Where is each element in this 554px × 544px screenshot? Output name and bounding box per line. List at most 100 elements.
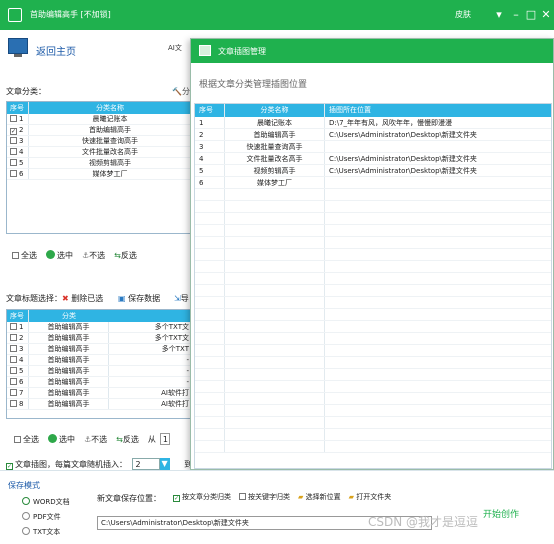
illustration-row[interactable]: 4 文件批量改名高手 C:\Users\Administrator\Desktop\… bbox=[195, 153, 551, 165]
open-folder-button[interactable]: ▰ 打开文件夹 bbox=[349, 492, 392, 502]
illustration-row[interactable]: 1 晨曦记账本 D:\7_年年有风，风吹年年，慢慢即漫漫 bbox=[195, 117, 551, 129]
title-invert-button[interactable]: ⇆反选 bbox=[116, 434, 139, 445]
skin-button[interactable]: 皮肤 bbox=[455, 9, 471, 20]
row-checkbox[interactable] bbox=[10, 400, 17, 407]
row-checkbox[interactable] bbox=[10, 170, 17, 177]
title-row[interactable]: 4 首助编辑高手 - bbox=[7, 355, 191, 366]
ai-tab-label[interactable]: AI文 bbox=[168, 43, 182, 53]
save-mode-txt[interactable]: TXT文本 bbox=[22, 525, 70, 540]
title-row[interactable]: 5 首助编辑高手 - bbox=[7, 366, 191, 377]
empty-row bbox=[195, 417, 551, 429]
title-row[interactable]: 2 首助编辑高手 多个TXT文 bbox=[7, 333, 191, 344]
save-mode-options: WORD文档 PDF文件 TXT文本 bbox=[22, 495, 70, 540]
illustration-row[interactable]: 2 首助编辑高手 C:\Users\Administrator\Desktop\新建… bbox=[195, 129, 551, 141]
home-link[interactable]: 返回主页 bbox=[36, 43, 76, 58]
illustration-manager-dialog: 文章插图管理 根据文章分类管理插图位置 序号 分类名称 插图所在位置 1 晨曦记账… bbox=[190, 38, 554, 470]
save-location-toolbar: ✓ 按文章分类归类 按关键字归类 ▰ 选择新位置 ▰ 打开文件夹 bbox=[173, 492, 391, 502]
row-checkbox[interactable] bbox=[10, 323, 17, 330]
choose-location-button[interactable]: ▰ 选择新位置 bbox=[298, 492, 341, 502]
row-checkbox[interactable] bbox=[10, 378, 17, 385]
insert-option-row: ✓文章插图，每篇文章随机插入： 2▼ 到 4 bbox=[6, 458, 205, 470]
illustration-row[interactable]: 3 快速批量查询高手 bbox=[195, 141, 551, 153]
category-table-header: 序号 分类名称 bbox=[7, 102, 191, 114]
title-row[interactable]: 6 首助编辑高手 - bbox=[7, 377, 191, 388]
title-text: AI软件打 bbox=[161, 389, 189, 397]
monitor-icon bbox=[8, 38, 28, 54]
illustration-path bbox=[325, 177, 551, 188]
row-checkbox[interactable] bbox=[10, 137, 17, 144]
insert-count-select[interactable]: 2 bbox=[131, 458, 160, 470]
dropdown-arrow-icon[interactable]: ▼ bbox=[159, 458, 170, 470]
empty-row bbox=[195, 273, 551, 285]
row-checkbox[interactable] bbox=[10, 356, 17, 363]
export-icon: ⇲ bbox=[174, 294, 181, 303]
close-icon[interactable]: ✕ bbox=[537, 6, 554, 24]
category-row[interactable]: 3 快速批量查询高手 bbox=[7, 136, 191, 147]
from-input[interactable]: 1 bbox=[159, 433, 170, 445]
invert-icon: ⇆ bbox=[114, 251, 121, 260]
category-label: 文章分类： bbox=[6, 87, 46, 96]
delete-selected-button[interactable]: ✖ 删除已选 bbox=[62, 293, 103, 304]
insert-checkbox[interactable]: ✓ bbox=[6, 463, 13, 470]
row-checkbox[interactable] bbox=[10, 345, 17, 352]
row-checkbox[interactable] bbox=[10, 159, 17, 166]
category-row[interactable]: 1 晨曦记账本 bbox=[7, 114, 191, 125]
start-create-button[interactable]: 开始创作 bbox=[483, 507, 519, 520]
title-text: - bbox=[186, 356, 189, 364]
title-text: - bbox=[186, 378, 189, 386]
empty-row bbox=[195, 189, 551, 201]
row-checkbox[interactable] bbox=[10, 389, 17, 396]
select-all-button[interactable]: 全选 bbox=[12, 250, 37, 261]
illustration-category: 首助编辑高手 bbox=[225, 129, 325, 140]
empty-row bbox=[195, 405, 551, 417]
category-row[interactable]: 4 文件批量改名高手 bbox=[7, 147, 191, 158]
title-category: 首助编辑高手 bbox=[29, 399, 109, 409]
title-category: 首助编辑高手 bbox=[29, 377, 109, 387]
invert-selection-button[interactable]: ⇆反选 bbox=[114, 250, 137, 261]
illustration-category: 快速批量查询高手 bbox=[225, 141, 325, 152]
save-mode-word[interactable]: WORD文档 bbox=[22, 495, 70, 510]
title-category: 首助编辑高手 bbox=[29, 322, 109, 332]
by-category-checkbox[interactable]: ✓ 按文章分类归类 bbox=[173, 492, 231, 502]
select-none-button[interactable]: ⚓不选 bbox=[82, 250, 105, 261]
title-row[interactable]: 1 首助编辑高手 多个TXT文 bbox=[7, 322, 191, 333]
bottom-panel: 保存模式 WORD文档 PDF文件 TXT文本 新文章保存位置： ✓ 按文章分类归… bbox=[0, 470, 554, 544]
row-checkbox[interactable] bbox=[10, 148, 17, 155]
title-row[interactable]: 8 首助编辑高手 AI软件打 bbox=[7, 399, 191, 410]
title-select-all-button[interactable]: 全选 bbox=[14, 434, 39, 445]
title-select-none-button[interactable]: ⚓不选 bbox=[84, 434, 107, 445]
row-checkbox[interactable] bbox=[10, 367, 17, 374]
export-button[interactable]: ⇲导 bbox=[174, 293, 189, 304]
category-table: 序号 分类名称 1 晨曦记账本 ✓ 2 首助编辑高手 3 快速批量查询高手 4 文件批量改名高手… bbox=[6, 101, 192, 234]
main-title-bar: 首助编辑高手 [不加锁] 皮肤 ▾ – □ ✕ bbox=[0, 0, 554, 30]
category-tool-icon[interactable]: 🔨分 bbox=[172, 86, 190, 97]
empty-row bbox=[195, 429, 551, 441]
empty-row bbox=[195, 321, 551, 333]
empty-row bbox=[195, 201, 551, 213]
title-select-checked-button[interactable]: 选中 bbox=[48, 433, 75, 445]
select-checked-button[interactable]: 选中 bbox=[46, 250, 73, 261]
illustration-row[interactable]: 6 媒体梦工厂 bbox=[195, 177, 551, 189]
save-data-button[interactable]: ▣ 保存数据 bbox=[118, 293, 160, 304]
illustration-path: D:\7_年年有风，风吹年年，慢慢即漫漫 bbox=[329, 119, 453, 127]
category-row[interactable]: 5 视频剪辑高手 bbox=[7, 158, 191, 169]
illustration-table-header: 序号 分类名称 插图所在位置 bbox=[195, 104, 551, 117]
title-row[interactable]: 7 首助编辑高手 AI软件打 bbox=[7, 388, 191, 399]
menu-icon[interactable]: ▾ bbox=[490, 6, 508, 24]
row-checkbox[interactable] bbox=[10, 334, 17, 341]
empty-row bbox=[195, 345, 551, 357]
title-category: 首助编辑高手 bbox=[29, 355, 109, 365]
save-mode-pdf[interactable]: PDF文件 bbox=[22, 510, 70, 525]
title-category: 首助编辑高手 bbox=[29, 344, 109, 354]
title-row[interactable]: 3 首助编辑高手 多个TXT bbox=[7, 344, 191, 355]
illustration-category: 视频剪辑高手 bbox=[225, 165, 325, 176]
empty-row bbox=[195, 357, 551, 369]
row-checkbox[interactable] bbox=[10, 115, 17, 122]
illustration-row[interactable]: 5 视频剪辑高手 C:\Users\Administrator\Desktop\新建… bbox=[195, 165, 551, 177]
by-keyword-checkbox[interactable]: 按关键字归类 bbox=[239, 492, 290, 502]
row-checkbox[interactable]: ✓ bbox=[10, 128, 17, 135]
category-row[interactable]: ✓ 2 首助编辑高手 bbox=[7, 125, 191, 136]
folder-open-icon: ▰ bbox=[348, 493, 355, 501]
category-row[interactable]: 6 媒体梦工厂 bbox=[7, 169, 191, 180]
dialog-title: 文章插图管理 bbox=[218, 47, 266, 56]
